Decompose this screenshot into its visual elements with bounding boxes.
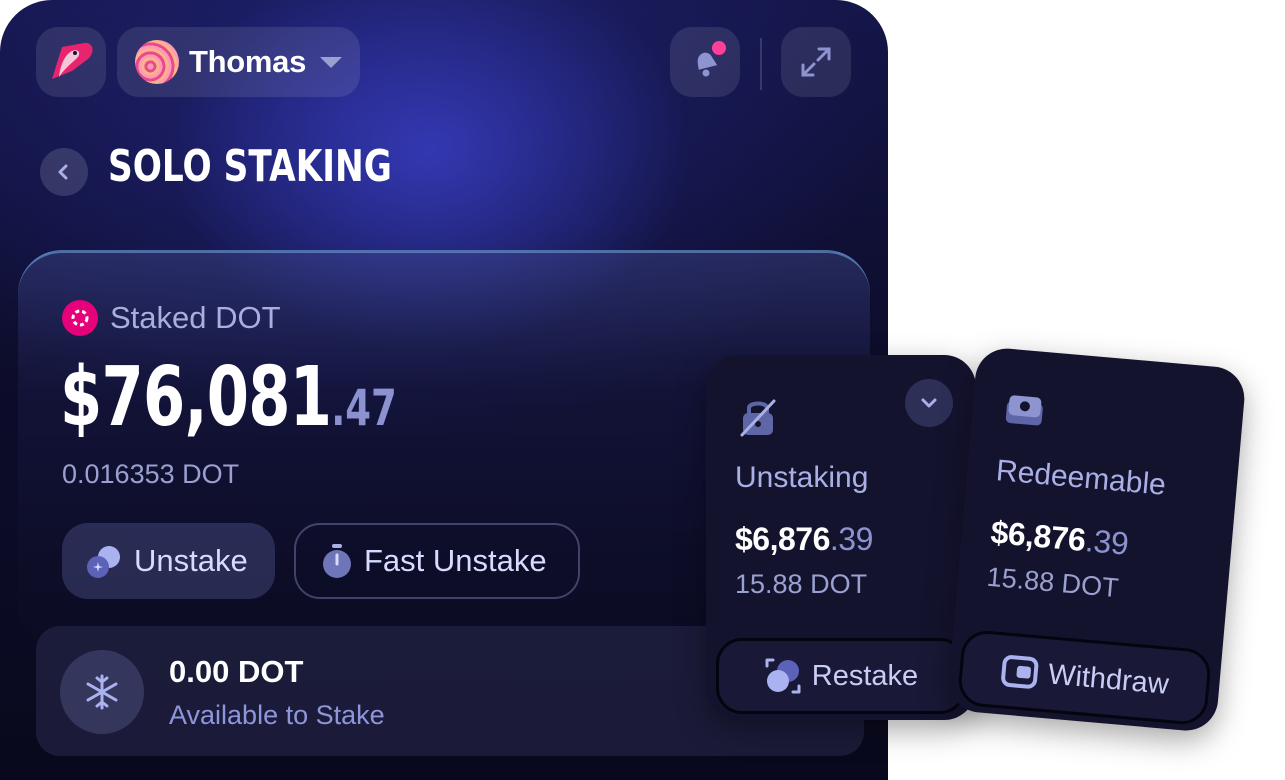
restake-button[interactable]: Restake bbox=[716, 638, 966, 714]
redeemable-amount-main: $6,876 bbox=[989, 513, 1087, 559]
chevron-down-icon bbox=[320, 56, 343, 68]
staked-amount: $76,081.47 bbox=[60, 350, 397, 445]
notifications-button[interactable] bbox=[670, 27, 740, 97]
account-name: Thomas bbox=[189, 44, 307, 79]
redeemable-amount-decimal: .39 bbox=[1083, 522, 1130, 562]
withdraw-label: Withdraw bbox=[1046, 657, 1171, 701]
polkadot-icon bbox=[62, 300, 98, 336]
redeemable-label: Redeemable bbox=[994, 454, 1168, 502]
bird-logo-icon bbox=[52, 42, 93, 79]
back-button[interactable] bbox=[40, 148, 88, 196]
redeemable-amount: $6,876.39 bbox=[989, 513, 1130, 563]
restake-icon bbox=[765, 658, 801, 694]
unstaking-amount-main: $6,876 bbox=[735, 521, 830, 557]
page-title: SOLO STAKING bbox=[108, 141, 392, 192]
staked-amount-decimal: .47 bbox=[331, 379, 397, 437]
unstaking-amount-decimal: .39 bbox=[829, 521, 873, 557]
chevron-left-icon bbox=[58, 164, 68, 180]
expand-button[interactable] bbox=[781, 27, 851, 97]
stopwatch-icon bbox=[323, 544, 351, 578]
restake-label: Restake bbox=[811, 659, 919, 692]
expand-unstaking-button[interactable] bbox=[905, 379, 953, 427]
unstaking-label: Unstaking bbox=[735, 461, 869, 494]
unstake-icon bbox=[87, 546, 120, 578]
header-divider bbox=[760, 38, 762, 90]
withdraw-button[interactable]: Withdraw bbox=[956, 628, 1213, 727]
staked-label: Staked DOT bbox=[110, 300, 281, 335]
expand-icon bbox=[801, 47, 831, 77]
available-amount: 0.00 DOT bbox=[169, 654, 304, 689]
lock-off-icon bbox=[740, 399, 776, 437]
unstaking-dot-amount: 15.88 DOT bbox=[735, 569, 868, 599]
wallet-icon bbox=[1000, 655, 1038, 689]
unstaking-card: Unstaking $6,876.39 15.88 DOT Restake bbox=[706, 355, 976, 720]
fast-unstake-label: Fast Unstake bbox=[364, 543, 547, 578]
redeemable-card: Redeemable $6,876.39 15.88 DOT Withdraw bbox=[946, 346, 1247, 734]
unstaking-amount: $6,876.39 bbox=[735, 521, 873, 558]
redeemable-dot-amount: 15.88 DOT bbox=[985, 561, 1120, 604]
unstake-label: Unstake bbox=[134, 543, 248, 578]
chevron-down-icon bbox=[921, 398, 937, 408]
account-selector[interactable]: Thomas bbox=[117, 27, 360, 97]
app-logo-button[interactable] bbox=[36, 27, 106, 97]
staked-amount-main: $76,081 bbox=[60, 350, 332, 445]
notification-badge bbox=[712, 41, 726, 55]
unstake-button[interactable]: Unstake bbox=[62, 523, 275, 599]
snowflake-icon bbox=[60, 650, 144, 734]
available-label: Available to Stake bbox=[169, 700, 385, 730]
fast-unstake-button[interactable]: Fast Unstake bbox=[294, 523, 580, 599]
cash-icon bbox=[1005, 395, 1043, 426]
staked-dot-amount: 0.016353 DOT bbox=[62, 459, 240, 489]
avatar bbox=[135, 40, 179, 84]
